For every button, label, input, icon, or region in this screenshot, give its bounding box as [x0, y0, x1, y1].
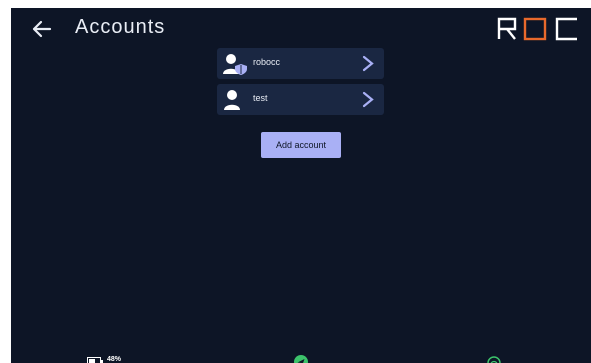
accounts-screen: Accounts robocc test Add account 48%	[11, 8, 591, 363]
send-icon	[294, 355, 308, 363]
account-row-test[interactable]: test	[217, 84, 384, 115]
battery-icon	[87, 357, 103, 363]
battery-percentage: 48%	[107, 356, 122, 363]
add-account-button[interactable]: Add account	[261, 132, 341, 158]
account-name: robocc	[253, 57, 281, 67]
wifi-icon	[487, 356, 501, 363]
back-button[interactable]	[31, 18, 53, 40]
accounts-list: robocc test	[217, 48, 384, 120]
roc-logo	[497, 17, 577, 41]
user-icon	[224, 90, 240, 110]
chevron-right-icon	[362, 55, 374, 72]
status-bar: 48%	[11, 351, 591, 363]
user-shield-icon	[223, 54, 247, 75]
account-row-robocc[interactable]: robocc	[217, 48, 384, 79]
page-title: Accounts	[75, 16, 166, 38]
chevron-right-icon	[362, 91, 374, 108]
account-name: test	[253, 93, 268, 103]
arrow-left-icon	[32, 20, 52, 38]
